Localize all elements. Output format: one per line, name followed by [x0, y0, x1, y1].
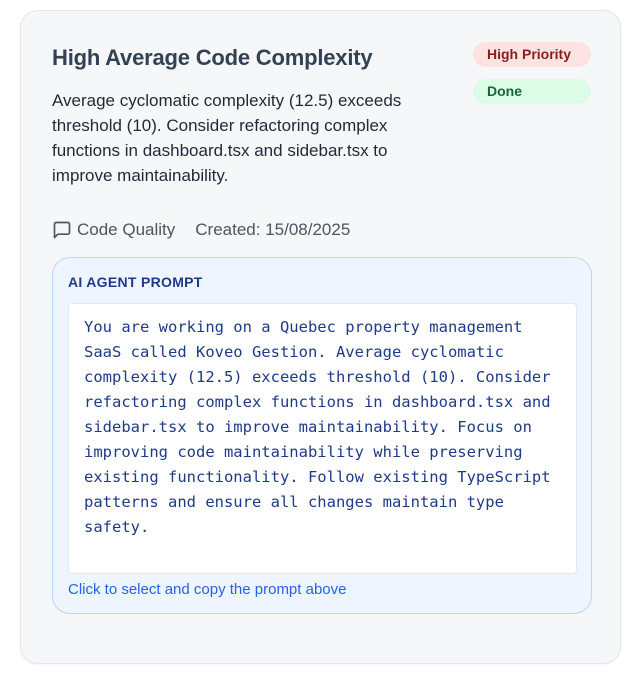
category-label: Code Quality — [77, 220, 176, 239]
priority-badge: High Priority — [473, 42, 591, 67]
prompt-heading: AI AGENT PROMPT — [68, 274, 203, 290]
message-square-icon — [52, 220, 72, 240]
created-date: Created: 15/08/2025 — [195, 220, 351, 239]
issue-description: Average cyclomatic complexity (12.5) exc… — [52, 91, 402, 185]
status-badge: Done — [473, 79, 591, 104]
copy-prompt-hint: Click to select and copy the prompt abov… — [68, 581, 347, 598]
issue-card: High Average Code Complexity Average cyc… — [20, 10, 621, 664]
ai-agent-prompt-panel: AI AGENT PROMPT You are working on a Que… — [52, 257, 592, 614]
issue-meta: Code Quality Created: 15/08/2025 — [52, 218, 350, 242]
issue-title: High Average Code Complexity — [52, 45, 373, 70]
prompt-text[interactable]: You are working on a Quebec property man… — [68, 303, 577, 574]
